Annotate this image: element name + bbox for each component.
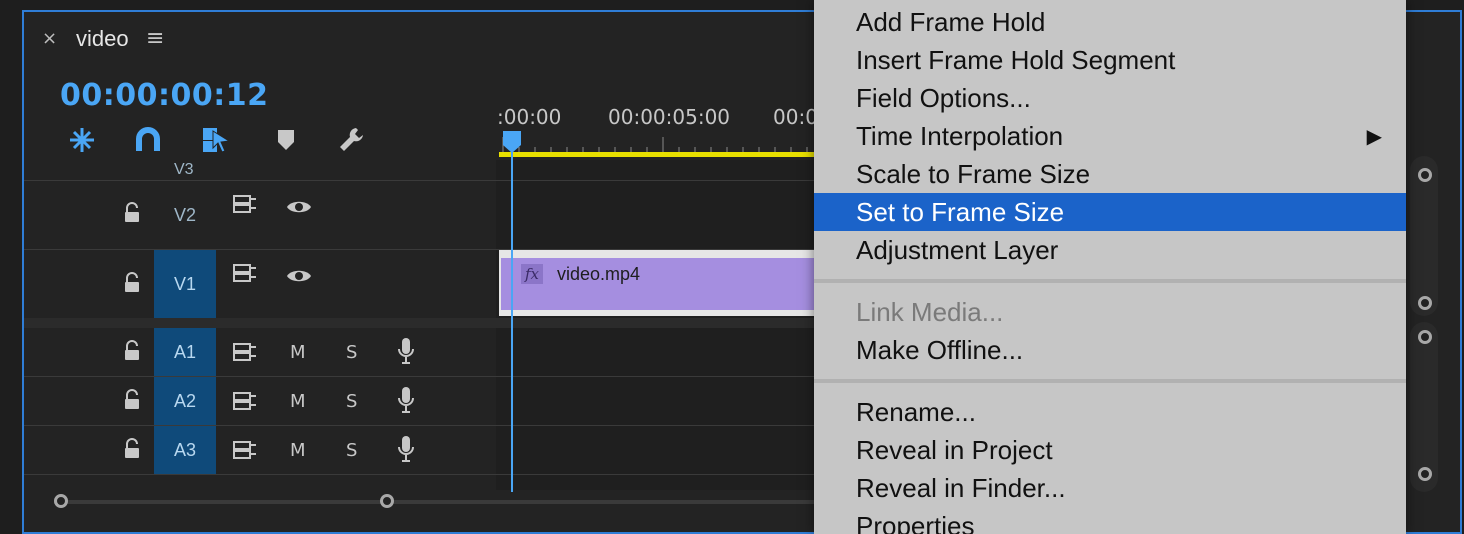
menu-item-reveal-in-project[interactable]: Reveal in Project (814, 431, 1406, 469)
menu-item-add-frame-hold[interactable]: Add Frame Hold (814, 3, 1406, 41)
horizontal-zoom-scrollbar[interactable] (54, 500, 814, 504)
track-label[interactable]: A1 (154, 328, 216, 376)
lock-icon[interactable] (122, 202, 142, 224)
menu-item-reveal-in-finder[interactable]: Reveal in Finder... (814, 469, 1406, 507)
lock-icon[interactable] (122, 389, 142, 411)
submenu-arrow-icon: ▶ (1366, 124, 1382, 148)
mute-button[interactable]: M (290, 391, 306, 412)
scroll-handle-top[interactable] (1418, 330, 1432, 344)
mute-button[interactable]: M (290, 342, 306, 363)
solo-button[interactable]: S (346, 440, 357, 461)
menu-item-field-options[interactable]: Field Options... (814, 79, 1406, 117)
context-menu: Add Frame Hold Insert Frame Hold Segment… (814, 0, 1406, 534)
ruler-label: 00:00:05:00 (608, 105, 731, 129)
panel-menu-icon[interactable]: ≡ (146, 26, 164, 51)
eye-icon[interactable] (286, 197, 312, 217)
track-label[interactable]: V2 (154, 181, 216, 249)
menu-item-label: Time Interpolation (856, 121, 1064, 151)
solo-button[interactable]: S (346, 391, 357, 412)
playhead-timecode[interactable]: 00:00:00:12 (60, 78, 268, 113)
wrench-icon[interactable] (332, 120, 372, 160)
track-header-v2: V2 (24, 181, 496, 249)
menu-item-set-to-frame-size[interactable]: Set to Frame Size (814, 193, 1406, 231)
ruler-label: 00:0 (773, 105, 818, 129)
track-label[interactable]: A3 (154, 426, 216, 474)
menu-item-insert-frame-hold-segment[interactable]: Insert Frame Hold Segment (814, 41, 1406, 79)
scroll-handle-right[interactable] (380, 494, 394, 508)
toggle-sync-lock-icon[interactable] (232, 193, 258, 215)
work-area-bar[interactable] (499, 152, 819, 157)
menu-item-make-offline[interactable]: Make Offline... (814, 331, 1406, 369)
menu-separator (814, 379, 1406, 383)
track-header-a1: A1 M S (24, 328, 496, 376)
menu-item-time-interpolation[interactable]: Time Interpolation ▶ (814, 117, 1406, 155)
solo-button[interactable]: S (346, 342, 357, 363)
clip-name: video.mp4 (557, 264, 641, 284)
microphone-icon[interactable] (396, 435, 416, 463)
menu-item-adjustment-layer[interactable]: Adjustment Layer (814, 231, 1406, 269)
microphone-icon[interactable] (396, 386, 416, 414)
lock-icon[interactable] (122, 340, 142, 362)
toggle-sync-lock-icon[interactable] (232, 262, 258, 284)
track-header-v3: V3 (24, 160, 496, 180)
linked-selection-icon[interactable] (196, 120, 236, 160)
scroll-handle-top[interactable] (1418, 168, 1432, 182)
video-clip[interactable]: fx video.mp4 (499, 250, 819, 316)
magnet-icon[interactable] (128, 120, 168, 160)
video-audio-divider[interactable] (24, 318, 814, 328)
menu-item-scale-to-frame-size[interactable]: Scale to Frame Size (814, 155, 1406, 193)
toggle-sync-lock-icon[interactable] (232, 439, 258, 461)
microphone-icon[interactable] (396, 337, 416, 365)
menu-item-properties[interactable]: Properties (814, 507, 1406, 534)
track-header-v1: V1 (24, 250, 496, 318)
track-divider (24, 474, 814, 475)
eye-icon[interactable] (286, 266, 312, 286)
scroll-handle-bottom[interactable] (1418, 296, 1432, 310)
track-header-a3: A3 M S (24, 426, 496, 474)
sequence-tab-title[interactable]: video (76, 26, 129, 52)
menu-separator (814, 279, 1406, 283)
track-label[interactable]: V3 (174, 161, 194, 179)
scroll-handle-left[interactable] (54, 494, 68, 508)
clip-body[interactable]: fx video.mp4 (501, 258, 819, 310)
close-tab-icon[interactable]: × (42, 28, 57, 49)
lock-icon[interactable] (122, 272, 142, 294)
toggle-sync-lock-icon[interactable] (232, 390, 258, 412)
playhead-line[interactable] (511, 142, 513, 492)
scroll-handle-bottom[interactable] (1418, 467, 1432, 481)
menu-item-link-media: Link Media... (856, 297, 1004, 327)
add-marker-icon[interactable] (266, 120, 306, 160)
mute-button[interactable]: M (290, 440, 306, 461)
track-header-a2: A2 M S (24, 377, 496, 425)
menu-item-rename[interactable]: Rename... (814, 393, 1406, 431)
track-label[interactable]: V1 (154, 250, 216, 318)
toggle-sync-lock-icon[interactable] (232, 341, 258, 363)
track-label[interactable]: A2 (154, 377, 216, 425)
ruler-label: :00:00 (497, 105, 562, 129)
lock-icon[interactable] (122, 438, 142, 460)
snap-icon[interactable] (62, 120, 102, 160)
fx-badge-icon[interactable]: fx (521, 264, 543, 284)
